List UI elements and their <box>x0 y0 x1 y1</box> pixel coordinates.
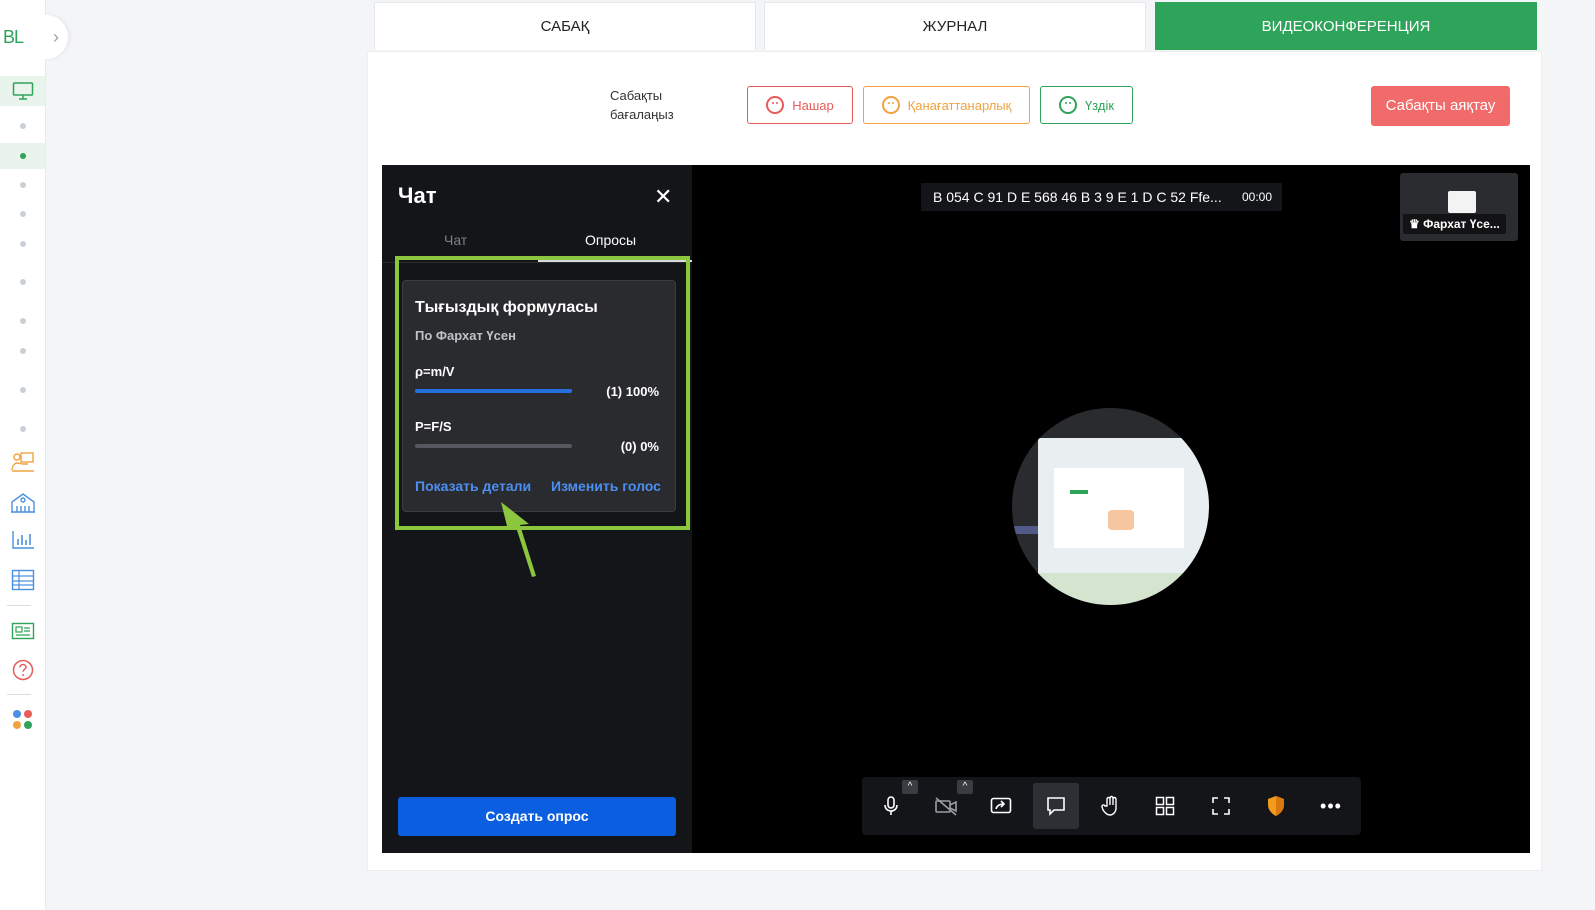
school-icon <box>10 493 35 513</box>
camera-off-icon <box>935 797 957 816</box>
participant-name-badge: ♛ Фархат Үсе... <box>1403 214 1506 234</box>
sidebar-expand-button[interactable]: › <box>44 15 68 59</box>
preview-footer <box>1038 573 1209 605</box>
preview-illustration <box>1108 510 1134 530</box>
dot-icon <box>19 387 26 393</box>
dot-icon <box>19 348 26 354</box>
smile-face-icon <box>1058 96 1077 114</box>
more-icon: ••• <box>1320 795 1342 816</box>
rate-lesson-label: Сабақты бағалаңыз <box>610 86 674 124</box>
highlight-frame <box>395 256 690 530</box>
screen-share-icon <box>990 797 1012 814</box>
crown-icon: ♛ <box>1409 217 1420 231</box>
tab-journal[interactable]: ЖУРНАЛ <box>764 2 1146 50</box>
fullscreen-icon <box>1212 797 1230 815</box>
chat-toggle-button[interactable] <box>1033 783 1079 829</box>
sidebar-divider <box>7 605 31 606</box>
dot-icon <box>19 211 26 217</box>
sidebar-subitem[interactable] <box>0 377 45 403</box>
dot-icon <box>19 241 26 247</box>
sidebar-subitem[interactable] <box>0 113 45 139</box>
chevron-up-icon: ^ <box>907 781 913 792</box>
tile-view-icon <box>1155 796 1175 816</box>
sidebar-subitem[interactable] <box>0 269 45 295</box>
shared-screen-preview <box>1012 408 1209 605</box>
sad-face-icon <box>766 96 785 114</box>
dot-icon <box>19 123 26 129</box>
rating-excellent-label: Үздік <box>1084 97 1115 113</box>
sad-face-icon <box>881 96 900 114</box>
raise-hand-button[interactable] <box>1088 783 1134 829</box>
dot-icon <box>19 318 26 324</box>
microphone-icon <box>884 796 898 815</box>
sidebar-subitem[interactable] <box>0 201 45 227</box>
camera-options-button[interactable]: ^ <box>957 780 973 794</box>
tab-polls[interactable]: Опросы <box>585 232 636 248</box>
sidebar-item-school[interactable] <box>0 489 45 515</box>
rate-label-line1: Сабақты <box>610 88 663 103</box>
tab-chat[interactable]: Чат <box>444 232 467 248</box>
room-id: B 054 C 91 D E 568 46 B 3 9 E 1 D C 52 F… <box>921 183 1234 211</box>
chat-icon <box>1047 797 1065 816</box>
end-lesson-button[interactable]: Сабақты аяқтау <box>1371 86 1510 126</box>
preview-taskbar <box>1012 526 1038 534</box>
rating-excellent-button[interactable]: Үздік <box>1040 86 1133 124</box>
teacher-icon <box>10 452 34 472</box>
rating-satisfactory-label: Қанағаттанарлық <box>907 97 1012 113</box>
call-timer: 00:00 <box>1232 183 1283 211</box>
dot-icon <box>19 182 26 188</box>
mic-options-button[interactable]: ^ <box>902 780 918 794</box>
tab-videoconference[interactable]: ВИДЕОКОНФЕРЕНЦИЯ <box>1155 2 1537 50</box>
security-shield-icon <box>1268 796 1284 816</box>
news-icon <box>11 622 34 640</box>
sidebar-subitem[interactable] <box>0 338 45 364</box>
annotation-arrow-icon <box>501 502 536 577</box>
dot-icon <box>19 426 26 432</box>
create-poll-button[interactable]: Создать опрос <box>398 797 676 836</box>
sidebar-divider <box>7 694 31 695</box>
preview-button <box>1070 490 1088 494</box>
bar-chart-icon <box>11 531 34 549</box>
rating-satisfactory-button[interactable]: Қанағаттанарлық <box>863 86 1030 124</box>
raise-hand-icon <box>1101 795 1117 816</box>
dot-icon <box>19 279 26 285</box>
more-options-button[interactable]: ••• <box>1308 783 1354 829</box>
sidebar-item-lessons[interactable] <box>0 76 45 106</box>
sidebar-subitem-active[interactable] <box>0 143 45 169</box>
help-icon <box>12 659 33 681</box>
apps-icon <box>12 710 32 729</box>
rate-label-line2: бағалаңыз <box>610 107 674 122</box>
table-icon <box>11 569 34 591</box>
participant-name: Фархат Үсе... <box>1423 217 1500 231</box>
sidebar-item-news[interactable] <box>0 618 45 644</box>
rating-bad-label: Нашар <box>792 97 834 113</box>
sidebar-item-stats[interactable] <box>0 527 45 553</box>
sidebar-item-teacher[interactable] <box>0 449 45 475</box>
monitor-icon <box>12 82 33 100</box>
sidebar-item-help[interactable] <box>0 657 45 683</box>
sidebar-subitem[interactable] <box>0 172 45 198</box>
dot-icon <box>19 153 26 159</box>
sidebar-item-table[interactable] <box>0 567 45 593</box>
chevron-up-icon: ^ <box>962 781 968 792</box>
document-icon <box>1448 191 1476 213</box>
screen-share-button[interactable] <box>978 783 1024 829</box>
tile-view-button[interactable] <box>1142 783 1188 829</box>
chat-title: Чат <box>398 183 437 208</box>
app-logo[interactable]: BL <box>3 22 37 52</box>
security-options-button[interactable] <box>1253 783 1299 829</box>
close-icon: ✕ <box>654 184 673 209</box>
rating-bad-button[interactable]: Нашар <box>747 86 853 124</box>
preview-content <box>1054 468 1184 548</box>
sidebar-item-apps[interactable] <box>0 707 45 733</box>
sidebar-subitem[interactable] <box>0 416 45 442</box>
sidebar-subitem[interactable] <box>0 231 45 257</box>
fullscreen-button[interactable] <box>1198 783 1244 829</box>
chevron-right-icon: › <box>53 27 59 47</box>
close-chat-button[interactable]: ✕ <box>654 185 672 209</box>
tab-lesson[interactable]: САБАҚ <box>374 2 756 50</box>
sidebar-subitem[interactable] <box>0 308 45 334</box>
